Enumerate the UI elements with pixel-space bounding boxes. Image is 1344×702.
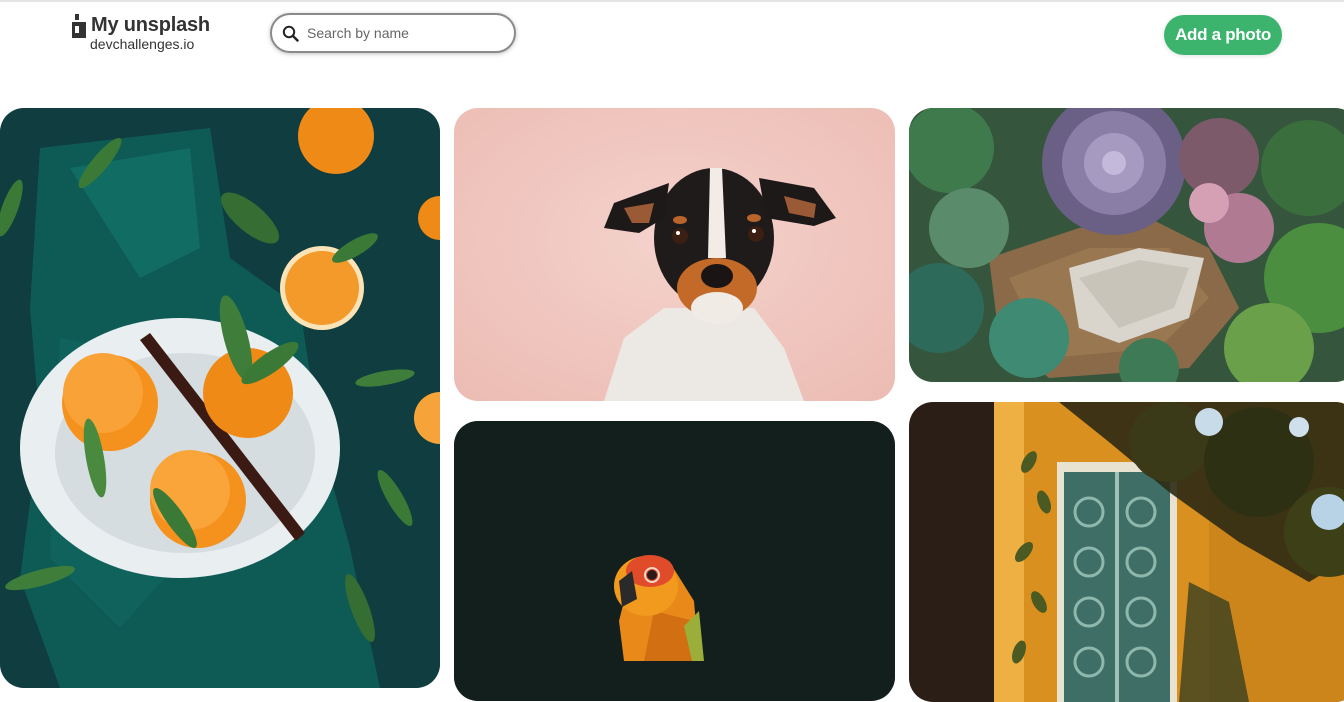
brand-subtitle: devchallenges.io xyxy=(90,36,195,52)
photo-parrot[interactable] xyxy=(454,421,895,701)
logo[interactable]: My unsplash devchallenges.io xyxy=(72,14,210,52)
photo-oranges[interactable] xyxy=(0,108,440,688)
add-photo-button[interactable]: Add a photo xyxy=(1164,15,1282,55)
photo-dog[interactable] xyxy=(454,108,895,401)
top-border xyxy=(0,0,1344,2)
search-box[interactable] xyxy=(270,13,516,53)
search-input[interactable] xyxy=(307,25,497,41)
photo-succulents[interactable] xyxy=(909,108,1344,382)
bottle-logo-icon xyxy=(72,14,86,38)
search-icon xyxy=(282,25,299,42)
brand-title: My unsplash xyxy=(91,14,210,36)
photo-window-leaves[interactable] xyxy=(909,402,1344,702)
